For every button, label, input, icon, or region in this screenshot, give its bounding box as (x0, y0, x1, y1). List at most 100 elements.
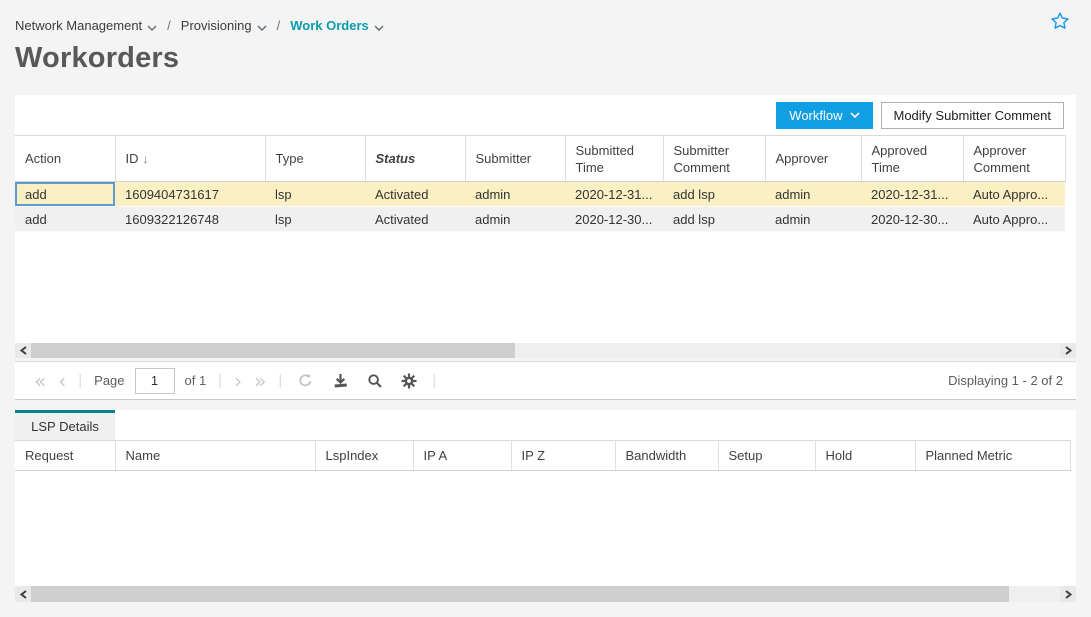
search-icon[interactable] (367, 373, 383, 389)
details-tabstrip: LSP Details (15, 410, 1076, 440)
paging-toolbar: « ‹ | Page of 1 | › » | (15, 361, 1076, 400)
workflow-button[interactable]: Workflow (776, 102, 872, 129)
scroll-right-icon[interactable] (1060, 343, 1076, 358)
chevron-down-icon (147, 19, 157, 34)
scrollbar-thumb[interactable] (31, 586, 1009, 602)
cell-action[interactable]: add (15, 182, 115, 207)
toolbar-separator: | (278, 372, 282, 389)
cell-status[interactable]: Activated (365, 207, 465, 232)
breadcrumb: Network Management / Provisioning / Work… (15, 17, 384, 34)
column-header-approver-comment[interactable]: Approver Comment (963, 136, 1065, 182)
chevron-down-icon (257, 19, 267, 34)
column-header-name[interactable]: Name (115, 441, 315, 471)
chevron-down-icon (374, 19, 384, 34)
cell-approved-time[interactable]: 2020-12-30... (861, 207, 963, 232)
column-header-lspindex[interactable]: LspIndex (315, 441, 413, 471)
page-count-label: of 1 (185, 373, 207, 388)
cell-approved-time[interactable]: 2020-12-31... (861, 182, 963, 207)
column-header-ip-z[interactable]: IP Z (511, 441, 615, 471)
workorders-table: Action ID↓ Type Status Submitter Submitt… (15, 135, 1066, 232)
title-block: Workorders (0, 34, 1091, 95)
column-header-hold[interactable]: Hold (815, 441, 915, 471)
actions-toolbar: Workflow Modify Submitter Comment (15, 95, 1076, 135)
cell-submitter[interactable]: admin (465, 182, 565, 207)
breadcrumb-separator: / (274, 18, 284, 33)
displaying-label: Displaying 1 - 2 of 2 (948, 373, 1063, 388)
lsp-header-row: Request Name LspIndex IP A IP Z Bandwidt… (15, 441, 1070, 471)
breadcrumb-separator: / (164, 18, 174, 33)
refresh-icon[interactable] (297, 372, 314, 389)
breadcrumb-item-network-management[interactable]: Network Management (15, 17, 157, 34)
cell-approver-comment[interactable]: Auto Appro... (963, 182, 1065, 207)
cell-approver[interactable]: admin (765, 182, 861, 207)
details-panel: LSP Details Request Name LspIndex IP A I… (15, 410, 1076, 602)
favorite-star-icon[interactable] (1050, 11, 1070, 34)
scroll-left-icon[interactable] (15, 343, 31, 358)
cell-submitted-time[interactable]: 2020-12-30... (565, 207, 663, 232)
column-header-ip-a[interactable]: IP A (413, 441, 511, 471)
column-header-submitter-comment[interactable]: Submitter Comment (663, 136, 765, 182)
cell-approver[interactable]: admin (765, 207, 861, 232)
table-row[interactable]: add 1609322126748 lsp Activated admin 20… (15, 207, 1065, 232)
column-header-action[interactable]: Action (15, 136, 115, 182)
prev-page-icon[interactable]: ‹ (58, 371, 66, 391)
column-header-status[interactable]: Status (365, 136, 465, 182)
breadcrumb-label: Network Management (15, 18, 142, 33)
breadcrumb-item-provisioning[interactable]: Provisioning (181, 17, 267, 34)
column-header-submitted-time[interactable]: Submitted Time (565, 136, 663, 182)
workorders-header-row: Action ID↓ Type Status Submitter Submitt… (15, 136, 1065, 182)
cell-id[interactable]: 1609322126748 (115, 207, 265, 232)
scrollbar-track[interactable] (31, 586, 1060, 602)
top-bar: Network Management / Provisioning / Work… (0, 0, 1091, 34)
cell-submitter[interactable]: admin (465, 207, 565, 232)
column-header-submitter[interactable]: Submitter (465, 136, 565, 182)
workorders-panel: Workflow Modify Submitter Comment Action… (15, 95, 1076, 358)
toolbar-separator: | (78, 372, 82, 389)
scroll-right-icon[interactable] (1060, 586, 1076, 602)
column-header-type[interactable]: Type (265, 136, 365, 182)
workorders-horizontal-scrollbar[interactable] (15, 343, 1076, 358)
cell-action[interactable]: add (15, 207, 115, 232)
empty-table-area (15, 232, 1076, 343)
first-page-icon[interactable]: « (34, 371, 46, 391)
workflow-button-label: Workflow (789, 108, 842, 123)
page-title: Workorders (15, 42, 1076, 75)
chevron-down-icon (850, 112, 860, 118)
column-header-planned-metric[interactable]: Planned Metric (915, 441, 1070, 471)
column-header-approved-time[interactable]: Approved Time (861, 136, 963, 182)
column-header-setup[interactable]: Setup (718, 441, 815, 471)
column-header-approver[interactable]: Approver (765, 136, 861, 182)
page-input[interactable] (135, 368, 175, 394)
toolbar-separator: | (218, 372, 222, 389)
empty-details-area (15, 471, 1076, 586)
last-page-icon[interactable]: » (254, 371, 266, 391)
column-header-id[interactable]: ID↓ (115, 136, 265, 182)
tab-label: LSP Details (31, 419, 99, 434)
scrollbar-thumb[interactable] (31, 343, 515, 358)
next-page-icon[interactable]: › (234, 371, 242, 391)
page-label: Page (94, 373, 124, 388)
column-header-bandwidth[interactable]: Bandwidth (615, 441, 718, 471)
cell-submitter-comment[interactable]: add lsp (663, 182, 765, 207)
download-icon[interactable] (332, 373, 349, 389)
tab-lsp-details[interactable]: LSP Details (15, 410, 115, 440)
table-row[interactable]: add 1609404731617 lsp Activated admin 20… (15, 182, 1065, 207)
cell-status[interactable]: Activated (365, 182, 465, 207)
modify-submitter-comment-button[interactable]: Modify Submitter Comment (881, 102, 1065, 129)
breadcrumb-label: Work Orders (290, 18, 369, 33)
sort-desc-icon: ↓ (143, 152, 149, 166)
page-bottom-margin (0, 602, 1091, 617)
cell-id[interactable]: 1609404731617 (115, 182, 265, 207)
details-horizontal-scrollbar[interactable] (15, 586, 1076, 602)
cell-submitted-time[interactable]: 2020-12-31... (565, 182, 663, 207)
scroll-left-icon[interactable] (15, 586, 31, 602)
column-header-request[interactable]: Request (15, 441, 115, 471)
breadcrumb-item-work-orders[interactable]: Work Orders (290, 17, 384, 34)
scrollbar-track[interactable] (31, 343, 1060, 358)
cell-type[interactable]: lsp (265, 207, 365, 232)
breadcrumb-label: Provisioning (181, 18, 252, 33)
gear-icon[interactable] (401, 373, 417, 389)
cell-type[interactable]: lsp (265, 182, 365, 207)
cell-submitter-comment[interactable]: add lsp (663, 207, 765, 232)
cell-approver-comment[interactable]: Auto Appro... (963, 207, 1065, 232)
